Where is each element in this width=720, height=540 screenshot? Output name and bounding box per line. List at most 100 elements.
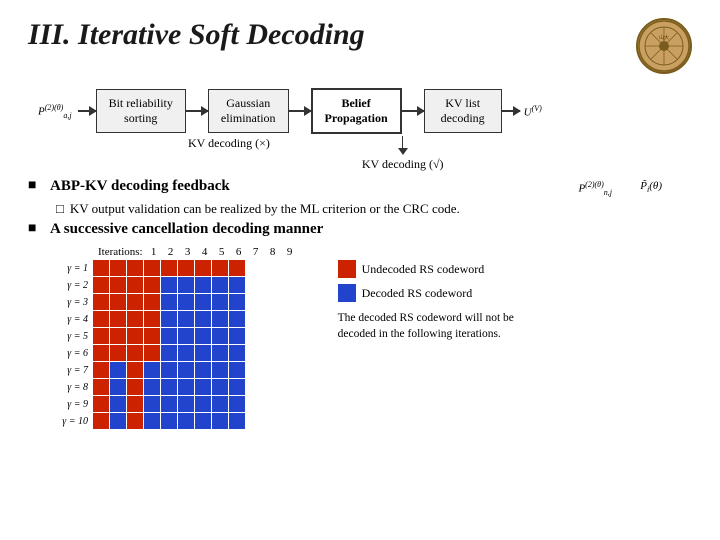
grid-cell-r2-c2 bbox=[127, 294, 143, 310]
grid-cell-r4-c6 bbox=[195, 328, 211, 344]
grid-cell-r6-c1 bbox=[110, 362, 126, 378]
legend-red-box bbox=[338, 260, 356, 278]
grid-cell-r9-c0 bbox=[93, 413, 109, 429]
grid-cell-r3-c5 bbox=[178, 311, 194, 327]
grid-cell-r5-c6 bbox=[195, 345, 211, 361]
col-9: 9 bbox=[282, 246, 298, 258]
legend-note-section: Undecoded RS codeword Decoded RS codewor… bbox=[338, 260, 538, 342]
grid-cell-r1-c1 bbox=[110, 277, 126, 293]
kv-x-label: KV decoding (×) bbox=[188, 136, 270, 151]
grid-cell-r6-c7 bbox=[212, 362, 228, 378]
legend-undecoded: Undecoded RS codeword bbox=[338, 260, 538, 278]
grid-cell-r0-c0 bbox=[93, 260, 109, 276]
formula-p-tilde: P̃i(θ) bbox=[640, 180, 662, 194]
row-label-8: γ = 9 bbox=[56, 399, 92, 410]
arrow-3-4 bbox=[402, 110, 424, 112]
grid-cell-r9-c6 bbox=[195, 413, 211, 429]
grid-cell-r4-c0 bbox=[93, 328, 109, 344]
grid-cell-r1-c0 bbox=[93, 277, 109, 293]
bullet-successive: ■ A successive cancellation decoding man… bbox=[28, 221, 692, 238]
header: III. Iterative Soft Decoding 山大 bbox=[28, 18, 692, 74]
grid-cell-r5-c1 bbox=[110, 345, 126, 361]
row-label-0: γ = 1 bbox=[56, 263, 92, 274]
bullet-marker-2: ■ bbox=[28, 221, 42, 237]
grid-cell-r5-c2 bbox=[127, 345, 143, 361]
grid-cell-r1-c4 bbox=[161, 277, 177, 293]
grid-cell-r8-c6 bbox=[195, 396, 211, 412]
grid-cell-r1-c7 bbox=[212, 277, 228, 293]
row-label-3: γ = 4 bbox=[56, 314, 92, 325]
legend-decoded: Decoded RS codeword bbox=[338, 284, 538, 302]
grid-cell-r7-c1 bbox=[110, 379, 126, 395]
flow-box-bit-reliability: Bit reliability sorting bbox=[96, 89, 186, 133]
grid-cell-r7-c6 bbox=[195, 379, 211, 395]
grid-cell-r2-c0 bbox=[93, 294, 109, 310]
grid-cell-r3-c3 bbox=[144, 311, 160, 327]
grid-cell-r9-c2 bbox=[127, 413, 143, 429]
flow-box-gaussian: Gaussian elimination bbox=[208, 89, 289, 133]
grid-cell-r3-c4 bbox=[161, 311, 177, 327]
col-1: 1 bbox=[146, 246, 162, 258]
row-label-4: γ = 5 bbox=[56, 331, 92, 342]
grid-cell-r3-c1 bbox=[110, 311, 126, 327]
grid-cell-r4-c4 bbox=[161, 328, 177, 344]
note-text: The decoded RS codeword will not be deco… bbox=[338, 310, 538, 342]
grid-data-rows: γ = 1γ = 2γ = 3γ = 4γ = 5γ = 6γ = 7γ = 8… bbox=[56, 260, 298, 429]
grid-cell-r0-c1 bbox=[110, 260, 126, 276]
flowchart-section: P(2)(θ)a,j Bit reliability sorting Gauss… bbox=[28, 88, 692, 172]
grid-cell-r8-c7 bbox=[212, 396, 228, 412]
sub-text-1: KV output validation can be realized by … bbox=[70, 201, 460, 217]
grid-cell-r8-c8 bbox=[229, 396, 245, 412]
grid-cell-r2-c1 bbox=[110, 294, 126, 310]
grid-cell-r8-c5 bbox=[178, 396, 194, 412]
grid-row: γ = 9 bbox=[56, 396, 298, 412]
row-label-7: γ = 8 bbox=[56, 382, 92, 393]
legend-undecoded-label: Undecoded RS codeword bbox=[362, 262, 485, 277]
grid-cell-r1-c8 bbox=[229, 277, 245, 293]
grid-cell-r0-c7 bbox=[212, 260, 228, 276]
arrow-in bbox=[78, 110, 96, 112]
grid-cell-r7-c7 bbox=[212, 379, 228, 395]
col-3: 3 bbox=[180, 246, 196, 258]
bullet-text-1: ABP-KV decoding feedback bbox=[50, 178, 230, 195]
grid-row: γ = 8 bbox=[56, 379, 298, 395]
row-label-5: γ = 6 bbox=[56, 348, 92, 359]
flow-box-belief-propagation: Belief Propagation bbox=[311, 88, 402, 134]
kv-x-section: KV decoding (×) bbox=[188, 136, 270, 151]
grid-cell-r0-c3 bbox=[144, 260, 160, 276]
grid-legend-section: Iterations: 1 2 3 4 5 6 7 8 9 γ = 1γ = 2… bbox=[56, 246, 692, 430]
grid-cell-r7-c5 bbox=[178, 379, 194, 395]
grid-cell-r4-c5 bbox=[178, 328, 194, 344]
grid-cell-r7-c4 bbox=[161, 379, 177, 395]
grid-cell-r6-c5 bbox=[178, 362, 194, 378]
kv-check-section: KV decoding (√) bbox=[362, 136, 444, 172]
grid-cell-r2-c3 bbox=[144, 294, 160, 310]
grid-cell-r7-c3 bbox=[144, 379, 160, 395]
grid-row: γ = 5 bbox=[56, 328, 298, 344]
grid-cell-r3-c0 bbox=[93, 311, 109, 327]
grid-cell-r3-c8 bbox=[229, 311, 245, 327]
grid-cell-r8-c4 bbox=[161, 396, 177, 412]
legend-blue-box bbox=[338, 284, 356, 302]
grid-cell-r4-c8 bbox=[229, 328, 245, 344]
arrow-1-2 bbox=[186, 110, 208, 112]
iterations-label: Iterations: bbox=[98, 246, 143, 258]
kv-check-line bbox=[402, 136, 404, 148]
grid-cell-r9-c7 bbox=[212, 413, 228, 429]
grid-cell-r6-c6 bbox=[195, 362, 211, 378]
kv-check-label: KV decoding (√) bbox=[362, 157, 444, 172]
bullet-marker-1: ■ bbox=[28, 178, 42, 194]
grid-cell-r0-c6 bbox=[195, 260, 211, 276]
grid-cell-r4-c3 bbox=[144, 328, 160, 344]
grid-cell-r5-c0 bbox=[93, 345, 109, 361]
row-label-6: γ = 7 bbox=[56, 365, 92, 376]
grid-cell-r6-c2 bbox=[127, 362, 143, 378]
grid-row: γ = 7 bbox=[56, 362, 298, 378]
bullet-text-2: A successive cancellation decoding manne… bbox=[50, 221, 323, 238]
col-4: 4 bbox=[197, 246, 213, 258]
page: III. Iterative Soft Decoding 山大 P(2)(θ)a… bbox=[0, 0, 720, 540]
grid-cell-r7-c2 bbox=[127, 379, 143, 395]
arrow-2-3 bbox=[289, 110, 311, 112]
grid-cell-r0-c8 bbox=[229, 260, 245, 276]
grid-cell-r4-c1 bbox=[110, 328, 126, 344]
